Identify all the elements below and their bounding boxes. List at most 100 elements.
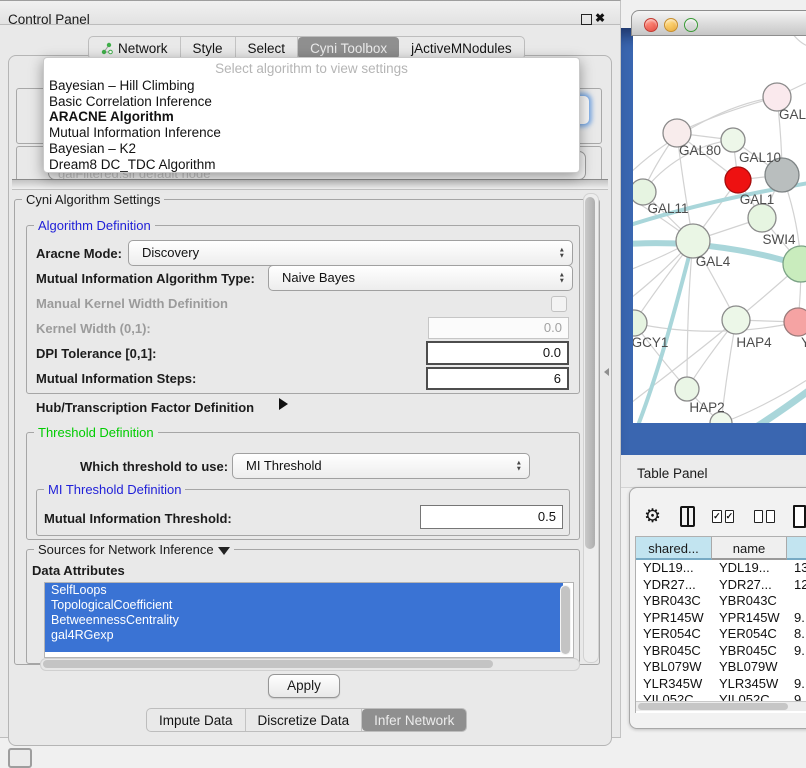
network-window-titlebar[interactable] (631, 10, 806, 36)
algorithm-option[interactable]: Dream8 DC_TDC Algorithm (44, 157, 579, 173)
attributes-scrollbar[interactable] (560, 585, 571, 655)
aracne-mode-combobox[interactable]: Discovery ▲▼ (128, 240, 573, 266)
mi-threshold-field[interactable]: 0.5 (420, 505, 563, 529)
apply-button[interactable]: Apply (268, 674, 340, 698)
mi-algorithm-type-combobox[interactable]: Naive Bayes ▲▼ (268, 265, 573, 291)
close-traffic-light-icon[interactable] (644, 18, 658, 32)
table-cell[interactable]: YPR145W (636, 610, 712, 627)
tab-select[interactable]: Select (236, 37, 299, 59)
tab-impute-data[interactable]: Impute Data (147, 709, 246, 731)
table-cell[interactable]: 9. (787, 610, 806, 627)
algorithm-option[interactable]: ARACNE Algorithm (44, 109, 579, 125)
table-cell[interactable]: YBR043C (636, 593, 712, 610)
table-cell[interactable] (787, 659, 806, 676)
deselect-all-checkbox-icon[interactable] (766, 510, 775, 523)
tab-discretize-data[interactable]: Discretize Data (246, 709, 363, 731)
table-cell[interactable]: YER054C (636, 626, 712, 643)
table-cell[interactable]: 8. (787, 626, 806, 643)
tab-network[interactable]: Network (89, 37, 181, 59)
table-row[interactable]: YBL079WYBL079W (636, 659, 806, 676)
algorithm-option[interactable]: Bayesian – Hill Climbing (44, 78, 579, 94)
split-columns-icon[interactable] (680, 506, 695, 527)
dpi-tolerance-field[interactable]: 0.0 (426, 341, 569, 365)
table-cell[interactable]: YDR27... (636, 577, 712, 594)
table-options-gear-icon[interactable]: ⚙ (644, 505, 661, 528)
panel-divider-handle[interactable] (604, 368, 609, 376)
settings-horizontal-scrollbar-thumb[interactable] (43, 660, 493, 668)
tab-infer-network[interactable]: Infer Network (362, 709, 466, 731)
close-icon[interactable]: ✖ (595, 11, 605, 25)
attribute-item[interactable]: SelfLoops (45, 583, 563, 598)
algorithm-option[interactable]: Basic Correlation Inference (44, 94, 579, 110)
attributes-scrollbar-thumb[interactable] (561, 586, 570, 654)
data-attributes-list[interactable]: SelfLoopsTopologicalCoefficientBetweenne… (44, 582, 574, 658)
table-horizontal-scrollbar-thumb[interactable] (638, 703, 788, 710)
attribute-item[interactable]: gal4RGexp (45, 628, 563, 643)
new-table-page-icon[interactable] (793, 505, 806, 528)
table-cell[interactable]: YDL19... (636, 560, 712, 577)
tab-style[interactable]: Style (181, 37, 236, 59)
table-row[interactable]: YDL19...YDL19...13 (636, 560, 806, 577)
network-node[interactable] (725, 167, 751, 193)
select-all-checkbox-icon[interactable]: ✓ (712, 510, 722, 523)
network-canvas[interactable]: GALGAL80GAL10GAL1GAL11SWI4GAL4GCY1HAP4YH… (633, 36, 806, 423)
table-row[interactable]: YLR345WYLR345W9. (636, 676, 806, 693)
expand-arrow-icon[interactable] (279, 398, 288, 410)
table-cell[interactable]: YBR045C (712, 643, 787, 660)
select-all-checkbox-icon[interactable]: ✓ (725, 510, 735, 523)
attribute-item[interactable]: BetweennessCentrality (45, 613, 563, 628)
table-cell[interactable]: 13 (787, 560, 806, 577)
tab-cyni-toolbox[interactable]: Cyni Toolbox (298, 37, 399, 59)
tab-jactivemnodules[interactable]: jActiveMNodules (399, 37, 524, 59)
settings-vertical-scrollbar[interactable] (583, 193, 599, 663)
attribute-item[interactable]: TopologicalCoefficient (45, 598, 563, 613)
network-node[interactable] (784, 308, 806, 336)
network-node[interactable] (675, 377, 699, 401)
network-edge[interactable] (634, 322, 798, 331)
table-cell[interactable]: 12 (787, 577, 806, 594)
network-node[interactable] (722, 306, 750, 334)
table-cell[interactable]: YBL079W (636, 659, 712, 676)
attribute-item-partial[interactable] (45, 643, 563, 652)
table-cell[interactable]: YDR27... (712, 577, 787, 594)
column-header-shared-name[interactable]: shared... (636, 537, 712, 560)
network-node[interactable] (676, 224, 710, 258)
network-edge-highlighted[interactable] (753, 386, 806, 423)
network-node[interactable] (633, 310, 647, 336)
table-cell[interactable]: YBR045C (636, 643, 712, 660)
float-window-icon[interactable] (581, 14, 592, 25)
table-row[interactable]: YDR27...YDR27...12 (636, 577, 806, 594)
collapse-arrow-icon[interactable] (218, 547, 230, 555)
column-header-name[interactable]: name (712, 537, 787, 560)
manual-kernel-width-checkbox[interactable] (551, 296, 567, 312)
table-row[interactable]: YER054CYER054C8. (636, 626, 806, 643)
table-cell[interactable]: YBR043C (712, 593, 787, 610)
mi-steps-field[interactable]: 6 (426, 367, 569, 390)
minimized-panel-icon[interactable] (8, 748, 32, 768)
which-threshold-combobox[interactable]: MI Threshold ▲▼ (232, 453, 530, 479)
network-node[interactable] (748, 204, 776, 232)
table-cell[interactable]: YLR345W (712, 676, 787, 693)
column-header-partial[interactable] (787, 537, 806, 560)
table-row[interactable]: YPR145WYPR145W9. (636, 610, 806, 627)
table-cell[interactable]: YBL079W (712, 659, 787, 676)
table-cell[interactable]: YDL19... (712, 560, 787, 577)
table-cell[interactable]: 9. (787, 643, 806, 660)
settings-vertical-scrollbar-thumb[interactable] (585, 197, 595, 549)
table-cell[interactable] (787, 593, 806, 610)
zoom-traffic-light-icon[interactable] (684, 18, 698, 32)
table-cell[interactable]: 9. (787, 676, 806, 693)
table-cell[interactable]: YPR145W (712, 610, 787, 627)
deselect-all-checkbox-icon[interactable] (754, 510, 763, 523)
network-edge[interactable] (791, 36, 806, 48)
table-cell[interactable]: YER054C (712, 626, 787, 643)
algorithm-option[interactable]: Mutual Information Inference (44, 125, 579, 141)
table-horizontal-scrollbar[interactable] (636, 701, 806, 711)
node-table[interactable]: shared... name YDL19...YDL19...13YDR27..… (635, 536, 806, 713)
table-cell[interactable]: YLR345W (636, 676, 712, 693)
settings-horizontal-scrollbar[interactable] (40, 658, 580, 671)
network-node[interactable] (721, 128, 745, 152)
minimize-traffic-light-icon[interactable] (664, 18, 678, 32)
table-row[interactable]: YBR045CYBR045C9. (636, 643, 806, 660)
algorithm-option[interactable]: Bayesian – K2 (44, 141, 579, 157)
